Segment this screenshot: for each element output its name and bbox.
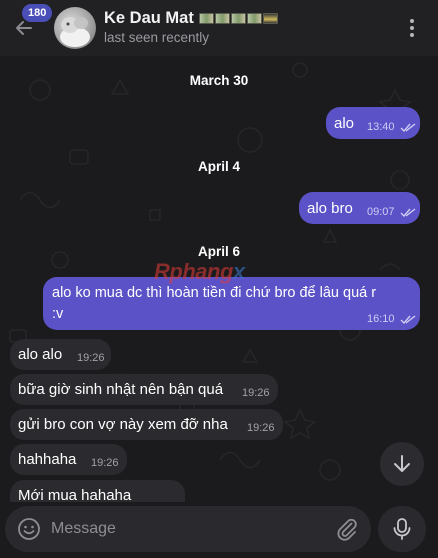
chat-header: 180 Ke Dau Mat last seen recently xyxy=(0,0,438,56)
contact-status: last seen recently xyxy=(104,30,210,45)
message-time: 19:26 xyxy=(77,352,105,364)
message-text: Mới mua hahaha xyxy=(18,487,132,502)
money-emoji xyxy=(214,13,230,24)
message-input[interactable] xyxy=(51,506,321,552)
message-text-line: alo ko mua dc thì hoàn tiền đi chứ bro đ… xyxy=(52,285,377,301)
date-separator: April 6 xyxy=(197,244,240,259)
card-emoji xyxy=(262,13,278,24)
more-vertical-icon xyxy=(410,19,414,23)
chevron-down-icon xyxy=(394,455,410,472)
message-time: 19:26 xyxy=(91,457,119,469)
message-text: bữa giờ sinh nhật nên bận quá xyxy=(18,381,224,398)
message-meta: 13:40 xyxy=(367,121,416,133)
message-time: 19:26 xyxy=(247,422,275,434)
unread-count-badge: 180 xyxy=(22,4,53,22)
incoming-message[interactable]: Mới mua hahaha xyxy=(10,480,185,502)
message-time: 19:26 xyxy=(242,387,270,399)
double-check-icon xyxy=(400,315,416,324)
message-text-line: :v xyxy=(52,306,64,322)
message-time: 13:40 xyxy=(367,121,395,133)
contact-name: Ke Dau Mat xyxy=(104,9,194,27)
paperclip-icon[interactable] xyxy=(335,517,359,541)
watermark-text: Rphang xyxy=(154,259,233,284)
incoming-message[interactable]: gửi bro con vợ này xem đỡ nha 19:26 xyxy=(10,409,283,440)
incoming-message[interactable]: hahhaha 19:26 xyxy=(10,444,127,475)
message-composer xyxy=(5,506,371,552)
money-emoji xyxy=(230,13,246,24)
money-emoji xyxy=(198,13,214,24)
message-text: alo alo xyxy=(18,346,63,363)
watermark-text: x xyxy=(232,259,245,284)
microphone-icon xyxy=(393,518,411,540)
avatar-image xyxy=(60,17,90,47)
voice-record-button[interactable] xyxy=(378,506,426,552)
emoji-decoration xyxy=(198,13,278,24)
double-check-icon xyxy=(400,208,416,217)
date-separator: March 30 xyxy=(189,73,249,88)
message-meta: 16:10 xyxy=(367,313,416,325)
message-meta: 09:07 xyxy=(367,206,416,218)
message-text: alo xyxy=(334,115,355,132)
message-text: hahhaha xyxy=(18,451,77,468)
incoming-message[interactable]: alo alo 19:26 xyxy=(10,339,111,370)
watermark-logo: Rphangx xyxy=(154,259,245,285)
more-menu-button[interactable] xyxy=(404,16,420,40)
message-text: gửi bro con vợ này xem đỡ nha xyxy=(18,416,228,433)
money-emoji xyxy=(246,13,262,24)
contact-avatar[interactable] xyxy=(54,7,96,49)
incoming-message[interactable]: bữa giờ sinh nhật nên bận quá 19:26 xyxy=(10,374,278,405)
scroll-to-bottom-button[interactable] xyxy=(380,442,424,486)
date-separator: April 4 xyxy=(197,159,240,174)
outgoing-message[interactable]: alo bro 09:07 xyxy=(299,192,420,224)
message-text: alo bro xyxy=(307,200,353,217)
contact-title[interactable]: Ke Dau Mat xyxy=(104,9,278,28)
message-time: 09:07 xyxy=(367,206,395,218)
emoji-icon[interactable] xyxy=(17,517,41,541)
outgoing-message[interactable]: alo 13:40 xyxy=(326,107,420,139)
message-time: 16:10 xyxy=(367,313,395,325)
double-check-icon xyxy=(400,123,416,132)
